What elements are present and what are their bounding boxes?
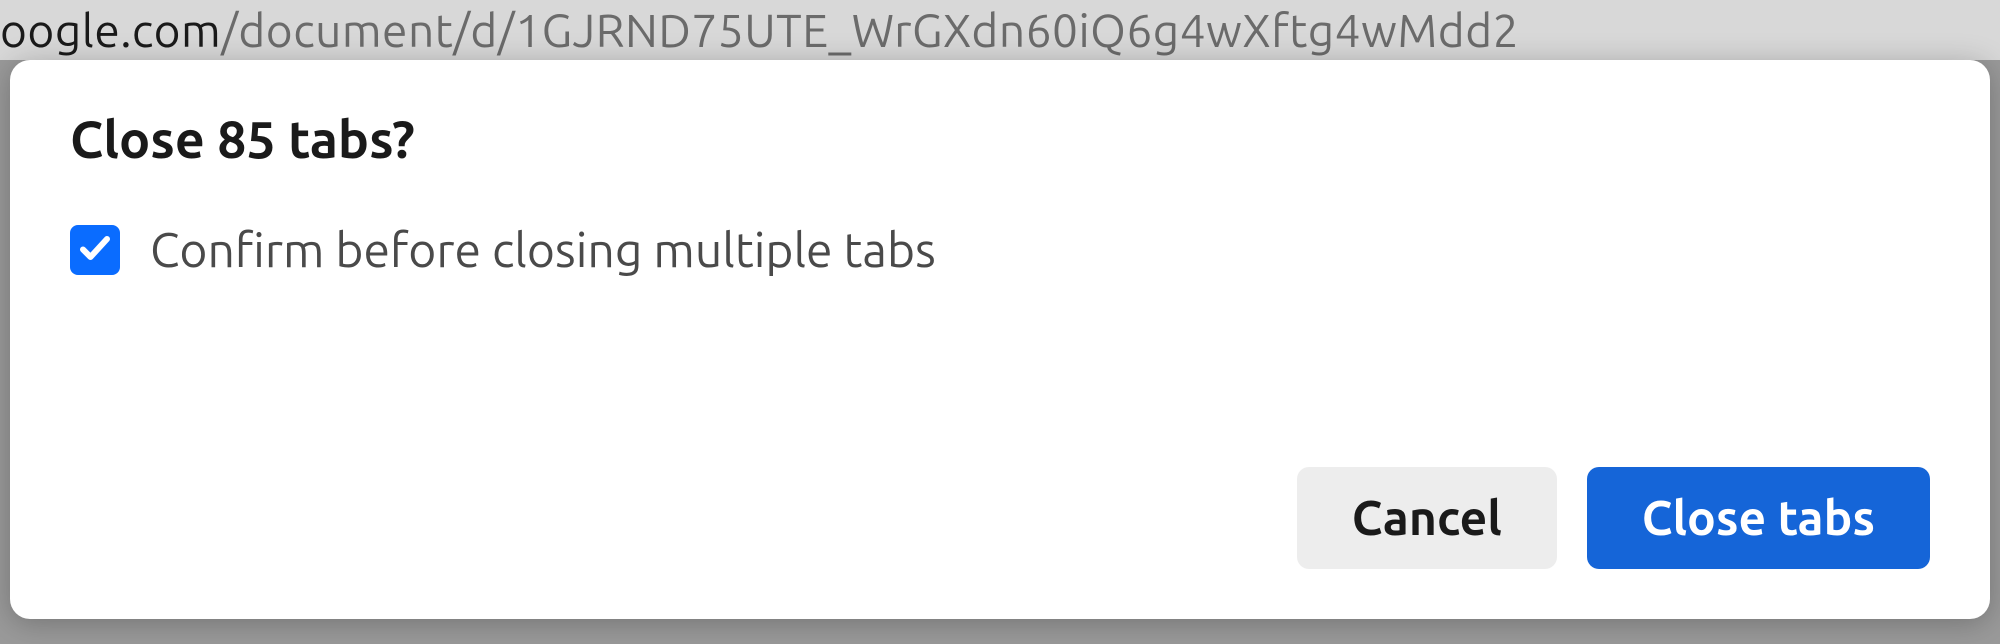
cancel-button[interactable]: Cancel bbox=[1297, 467, 1557, 569]
dialog-title: Close 85 tabs? bbox=[70, 110, 1930, 168]
dialog-button-row: Cancel Close tabs bbox=[70, 467, 1930, 569]
url-domain-fragment: oogle.com bbox=[0, 4, 221, 56]
url-text: oogle.com/document/d/1GJRND75UTE_WrGXdn6… bbox=[0, 4, 1519, 56]
confirm-checkbox-row: Confirm before closing multiple tabs bbox=[70, 223, 1930, 277]
confirm-checkbox[interactable] bbox=[70, 225, 120, 275]
url-path-fragment: /document/d/1GJRND75UTE_WrGXdn60iQ6g4wXf… bbox=[221, 4, 1519, 56]
checkmark-icon bbox=[77, 230, 113, 270]
address-bar-background: oogle.com/document/d/1GJRND75UTE_WrGXdn6… bbox=[0, 0, 2000, 60]
confirm-checkbox-label[interactable]: Confirm before closing multiple tabs bbox=[150, 223, 936, 277]
close-tabs-dialog: Close 85 tabs? Confirm before closing mu… bbox=[10, 60, 1990, 619]
close-tabs-button[interactable]: Close tabs bbox=[1587, 467, 1930, 569]
